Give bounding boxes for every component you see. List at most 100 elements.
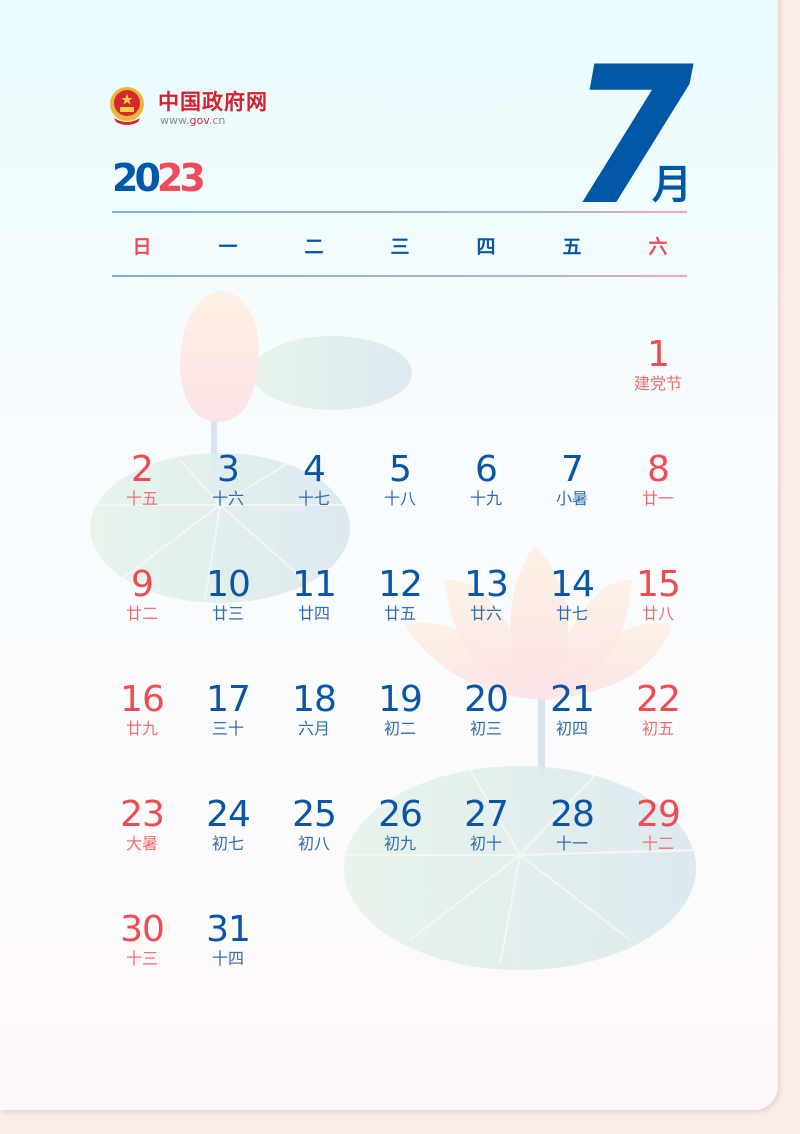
day-number: 22 — [636, 679, 681, 720]
weekday-label: 六 — [648, 236, 668, 258]
day-number: 29 — [636, 794, 681, 835]
day-cell[interactable]: 20 初三 — [446, 681, 526, 738]
day-cell[interactable]: 17 三十 — [188, 681, 268, 738]
weekday-label: 五 — [562, 236, 582, 258]
weekday-label: 二 — [304, 236, 324, 258]
lunar-date: 十七 — [297, 489, 330, 508]
day-cell[interactable]: 13 廿六 — [446, 566, 526, 623]
lunar-date: 十八 — [383, 489, 416, 508]
day-number: 25 — [292, 794, 337, 835]
site-url-domain: gov — [189, 114, 209, 127]
day-cell[interactable]: 19 初二 — [360, 681, 440, 738]
day-cell[interactable]: 23 大暑 — [102, 796, 182, 853]
day-number: 14 — [550, 564, 595, 605]
day-cell[interactable]: 29 十二 — [618, 796, 698, 853]
lunar-date: 十九 — [469, 489, 502, 508]
weekday-label: 三 — [390, 236, 410, 258]
divider-bottom — [112, 275, 687, 277]
day-number: 21 — [550, 679, 595, 720]
lunar-date: 廿九 — [125, 719, 158, 738]
weekday-label: 四 — [476, 236, 496, 258]
day-cell[interactable]: 6 十九 — [446, 451, 526, 508]
day-cell[interactable]: 31 十四 — [188, 911, 268, 968]
day-number: 1 — [647, 334, 670, 375]
site-url-prefix: www. — [160, 114, 190, 127]
day-number: 11 — [292, 564, 337, 605]
lunar-date: 初八 — [297, 834, 330, 853]
day-number: 23 — [120, 794, 165, 835]
day-number: 24 — [206, 794, 251, 835]
day-cell[interactable]: 1 建党节 — [618, 336, 698, 393]
day-number: 15 — [636, 564, 681, 605]
lunar-date: 廿一 — [641, 489, 674, 508]
site-name: 中国政府网 — [158, 90, 268, 114]
day-number: 6 — [475, 449, 498, 490]
day-number: 16 — [120, 679, 165, 720]
year-part-1: 20 — [112, 156, 161, 200]
lunar-date: 初九 — [383, 834, 416, 853]
site-url[interactable]: www.gov.cn — [160, 114, 225, 127]
lunar-date: 十六 — [211, 489, 244, 508]
day-cell[interactable]: 24 初七 — [188, 796, 268, 853]
day-number: 2 — [131, 449, 154, 490]
day-number: 26 — [378, 794, 423, 835]
day-number: 4 — [303, 449, 326, 490]
day-number: 19 — [378, 679, 423, 720]
lunar-date: 初五 — [641, 719, 674, 738]
day-number: 7 — [561, 449, 584, 490]
lunar-date: 廿六 — [469, 604, 502, 623]
lunar-date: 建党节 — [633, 374, 682, 393]
day-number: 13 — [464, 564, 509, 605]
year-part-2: 23 — [156, 156, 206, 200]
day-number: 30 — [120, 909, 165, 950]
month-unit: 月 — [652, 162, 692, 208]
day-cell[interactable]: 27 初十 — [446, 796, 526, 853]
day-number: 17 — [206, 679, 251, 720]
day-cell[interactable]: 18 六月 — [274, 681, 354, 738]
day-cell[interactable]: 3 十六 — [188, 451, 268, 508]
day-cell[interactable]: 26 初九 — [360, 796, 440, 853]
lunar-date: 初二 — [383, 719, 416, 738]
day-number: 28 — [550, 794, 595, 835]
day-cell[interactable]: 11 廿四 — [274, 566, 354, 623]
lunar-date: 十四 — [211, 949, 244, 968]
day-cell[interactable]: 5 十八 — [360, 451, 440, 508]
lunar-date: 廿四 — [297, 604, 330, 623]
day-cell[interactable]: 25 初八 — [274, 796, 354, 853]
day-cell[interactable]: 22 初五 — [618, 681, 698, 738]
lunar-date: 大暑 — [125, 834, 158, 853]
day-number: 3 — [217, 449, 240, 490]
year: 2023 — [112, 156, 206, 200]
lunar-date: 廿五 — [383, 604, 416, 623]
day-cell[interactable]: 8 廿一 — [618, 451, 698, 508]
national-emblem-logo — [110, 87, 144, 125]
day-number: 12 — [378, 564, 423, 605]
weekday-label: 一 — [218, 236, 238, 258]
day-cell[interactable]: 7 小暑 — [532, 451, 612, 508]
lunar-date: 十五 — [125, 489, 158, 508]
day-number: 31 — [206, 909, 251, 950]
day-cell[interactable]: 10 廿三 — [188, 566, 268, 623]
lunar-date: 十三 — [125, 949, 158, 968]
lunar-date: 初十 — [469, 834, 502, 853]
lunar-date: 小暑 — [555, 489, 588, 508]
day-cell[interactable]: 2 十五 — [102, 451, 182, 508]
day-number: 8 — [647, 449, 670, 490]
day-number: 20 — [464, 679, 509, 720]
day-cell[interactable]: 9 廿二 — [102, 566, 182, 623]
day-number: 27 — [464, 794, 509, 835]
day-cell[interactable]: 16 廿九 — [102, 681, 182, 738]
site-url-suffix: .cn — [208, 114, 226, 127]
day-cell[interactable]: 30 十三 — [102, 911, 182, 968]
lunar-date: 廿八 — [641, 604, 674, 623]
day-cell[interactable]: 14 廿七 — [532, 566, 612, 623]
day-cell[interactable]: 28 十一 — [532, 796, 612, 853]
lunar-date: 廿七 — [555, 604, 588, 623]
lunar-date: 廿三 — [211, 604, 244, 623]
lunar-date: 初三 — [469, 719, 502, 738]
day-cell[interactable]: 15 廿八 — [618, 566, 698, 623]
day-cell[interactable]: 4 十七 — [274, 451, 354, 508]
lunar-date: 六月 — [297, 719, 330, 738]
day-cell[interactable]: 12 廿五 — [360, 566, 440, 623]
day-cell[interactable]: 21 初四 — [532, 681, 612, 738]
